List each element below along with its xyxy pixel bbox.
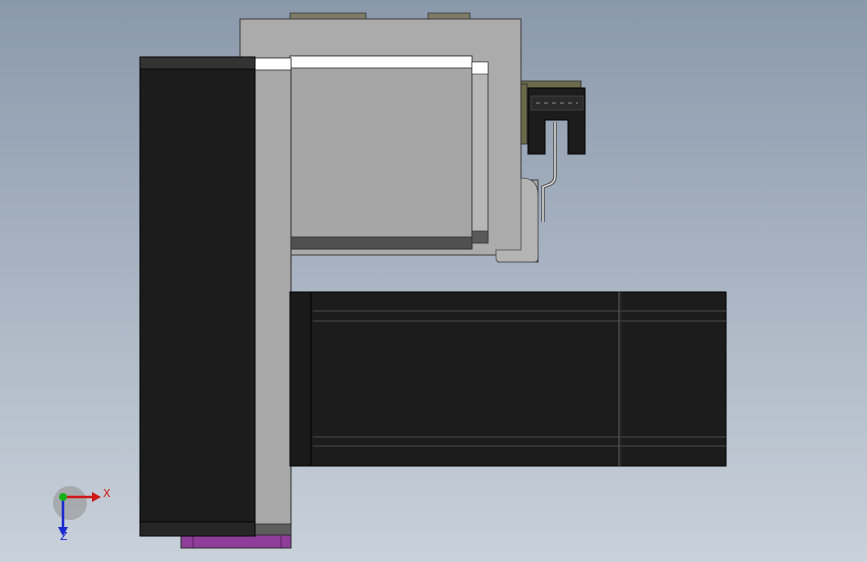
housing-side-lip bbox=[471, 61, 489, 244]
plate-body bbox=[253, 57, 292, 537]
sensor-mount-side bbox=[520, 83, 528, 145]
cad-viewport[interactable]: X Z bbox=[0, 0, 867, 562]
inner-housing bbox=[289, 55, 489, 250]
left-block-body bbox=[139, 56, 256, 537]
orientation-triad: X Z bbox=[53, 486, 111, 543]
motor-end-cap bbox=[618, 291, 727, 467]
left-block bbox=[139, 56, 256, 537]
triad-shadow bbox=[53, 486, 87, 520]
x-axis-arrow bbox=[92, 492, 101, 502]
z-axis-label: Z bbox=[60, 530, 68, 543]
frame-tab-left bbox=[289, 12, 367, 20]
vertical-plate bbox=[253, 57, 292, 537]
cad-model-drawing: X Z bbox=[53, 12, 727, 549]
frame-tab-right bbox=[427, 12, 471, 20]
motor-body bbox=[310, 291, 620, 467]
housing-top-edge bbox=[289, 55, 473, 69]
base-plate bbox=[180, 534, 292, 549]
y-axis-dot bbox=[59, 493, 67, 501]
horizontal-motor bbox=[289, 291, 727, 467]
x-axis-label: X bbox=[103, 487, 111, 500]
motor-flange bbox=[289, 291, 314, 467]
housing-body bbox=[289, 55, 473, 250]
housing-bottom-edge bbox=[289, 236, 473, 250]
